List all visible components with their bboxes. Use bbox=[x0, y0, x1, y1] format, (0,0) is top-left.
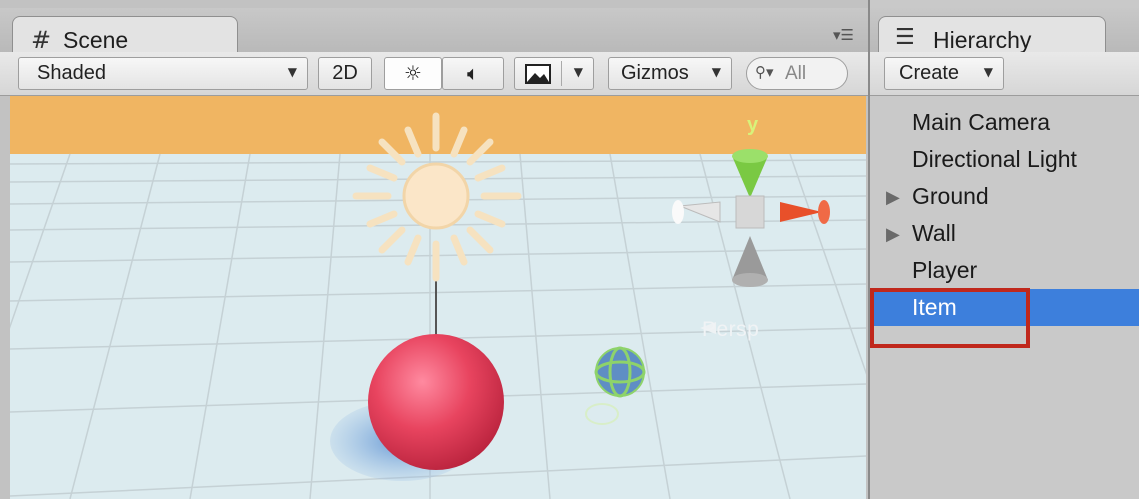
2d-toggle-button[interactable]: 2D bbox=[318, 57, 372, 90]
chevron-down-icon: ▼ bbox=[573, 65, 583, 79]
scene-toolbar: Shaded ▼ 2D ☼ 🔈︎ ▼ Gizmos ▼ ⚲▾ All bbox=[0, 52, 868, 96]
effects-dropdown[interactable]: ▼ bbox=[514, 57, 594, 90]
separator bbox=[561, 61, 562, 86]
hierarchy-item-label: Player bbox=[912, 257, 978, 283]
hierarchy-item-ground[interactable]: ▶ Ground bbox=[870, 178, 1139, 215]
hierarchy-item-wall[interactable]: ▶ Wall bbox=[870, 215, 1139, 252]
scene-tab-bar: # Scene ▾☰ bbox=[0, 8, 868, 60]
search-placeholder: All bbox=[785, 63, 807, 84]
expand-arrow-icon[interactable]: ▶ bbox=[886, 216, 900, 253]
hierarchy-item-label: Directional Light bbox=[912, 146, 1077, 172]
sun-icon: ☼ bbox=[404, 61, 422, 85]
hierarchy-item-main-camera[interactable]: Main Camera bbox=[870, 104, 1139, 141]
tab-scene-label: Scene bbox=[63, 27, 129, 53]
create-dropdown[interactable]: Create ▼ bbox=[884, 57, 1004, 90]
chevron-down-icon: ▼ bbox=[287, 65, 297, 79]
hierarchy-panel: ☰ Hierarchy Create ▼ Main Camera Directi… bbox=[868, 0, 1139, 499]
search-icon: ⚲▾ bbox=[755, 63, 774, 81]
chevron-down-icon: ▼ bbox=[983, 65, 993, 79]
expand-arrow-icon[interactable]: ▶ bbox=[886, 179, 900, 216]
create-label: Create bbox=[899, 62, 960, 84]
lighting-toggle-button[interactable]: ☼ bbox=[384, 57, 442, 90]
audio-toggle-button[interactable]: 🔈︎ bbox=[442, 57, 504, 90]
hierarchy-item-label: Main Camera bbox=[912, 109, 1051, 135]
hierarchy-toolbar: Create ▼ bbox=[870, 52, 1139, 96]
scene-panel: # Scene ▾☰ Shaded ▼ 2D ☼ 🔈︎ ▼ Gizmos ▼ ⚲… bbox=[0, 0, 868, 499]
scene-viewport[interactable]: y Persp bbox=[10, 96, 866, 499]
scene-render bbox=[10, 96, 866, 499]
axis-y-label: y bbox=[747, 114, 759, 136]
image-icon bbox=[525, 64, 551, 84]
hierarchy-item-directional-light[interactable]: Directional Light bbox=[870, 141, 1139, 178]
shading-mode-dropdown[interactable]: Shaded ▼ bbox=[18, 57, 308, 90]
gizmos-label: Gizmos bbox=[621, 62, 689, 84]
gizmos-dropdown[interactable]: Gizmos ▼ bbox=[608, 57, 732, 90]
grid-icon: # bbox=[31, 26, 52, 54]
panel-menu-icon[interactable]: ▾☰ bbox=[833, 26, 854, 44]
shading-mode-label: Shaded bbox=[37, 62, 106, 84]
chevron-down-icon: ▼ bbox=[711, 65, 721, 79]
player-sphere[interactable] bbox=[368, 334, 504, 470]
list-icon: ☰ bbox=[895, 25, 915, 50]
scene-search-input[interactable]: ⚲▾ All bbox=[746, 57, 848, 90]
hierarchy-item-label: Wall bbox=[912, 220, 956, 246]
hierarchy-tab-bar: ☰ Hierarchy bbox=[870, 8, 1139, 60]
speaker-icon: 🔈︎ bbox=[467, 61, 479, 85]
hierarchy-item-label: Ground bbox=[912, 183, 989, 209]
tab-hierarchy-label: Hierarchy bbox=[933, 27, 1032, 53]
hierarchy-item-player[interactable]: Player bbox=[870, 252, 1139, 289]
annotation-highlight-box bbox=[870, 288, 1030, 348]
projection-label[interactable]: Persp bbox=[702, 318, 759, 342]
